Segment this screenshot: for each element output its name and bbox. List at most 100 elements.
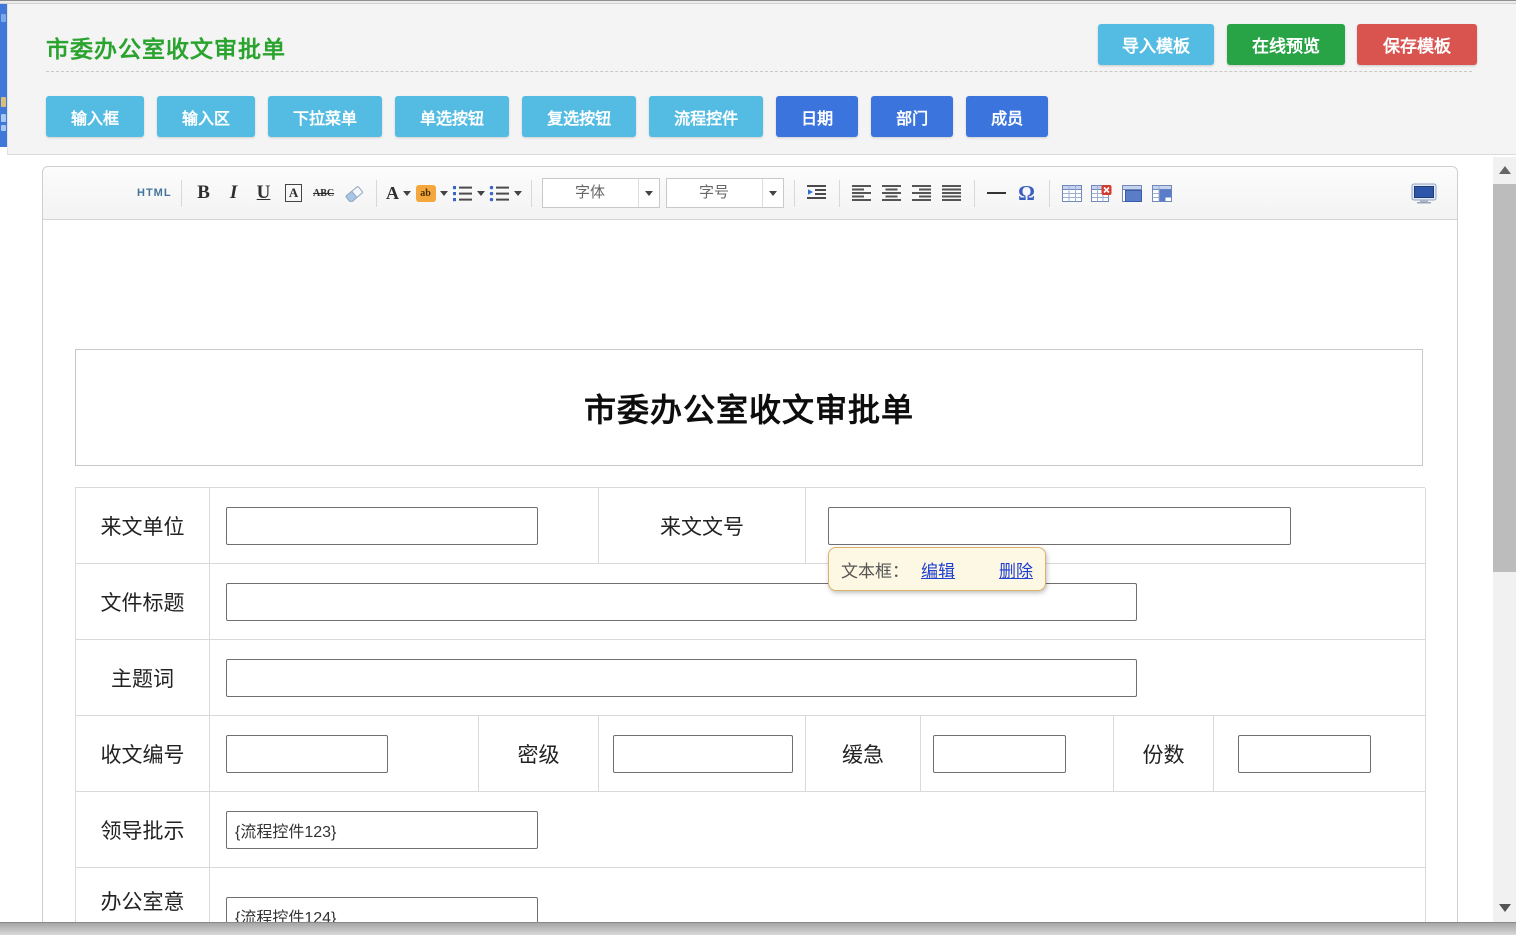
justify-icon [942,185,961,201]
source-code-button[interactable]: HTML [137,177,172,209]
component-dropdown-button[interactable]: 下拉菜单 [268,96,382,137]
vertical-scrollbar[interactable] [1493,157,1516,922]
subject-words-input[interactable] [226,659,1137,697]
table-row: 领导批示 [76,792,1425,868]
table-properties-button[interactable] [1119,177,1145,209]
component-flow-control-button[interactable]: 流程控件 [649,96,763,137]
chevron-down-icon [514,191,522,196]
urgency-label: 缓急 [806,716,921,792]
align-right-button[interactable] [909,177,935,209]
strikethrough-button[interactable]: ABC [311,177,337,209]
align-center-button[interactable] [879,177,905,209]
bold-button[interactable]: B [191,177,217,209]
component-radio-button[interactable]: 单选按钮 [395,96,509,137]
incoming-number-input[interactable] [828,507,1291,545]
copies-input[interactable] [1238,735,1371,773]
chevron-down-icon [769,191,777,196]
highlight-icon: ab [416,185,436,202]
highlight-color-button[interactable]: ab [416,177,448,209]
underline-button[interactable]: U [251,177,277,209]
editor-toolbar: HTML B I U A ABC A ab [43,167,1457,220]
component-member-button[interactable]: 成员 [966,96,1048,137]
component-palette: 输入框 输入区 下拉菜单 单选按钮 复选按钮 流程控件 日期 部门 成员 [46,96,1048,137]
urgency-input[interactable] [933,735,1066,773]
table-row: 收文编号 密级 缓急 份数 [76,716,1425,792]
component-date-button[interactable]: 日期 [776,96,858,137]
bullet-list-icon [489,185,510,202]
import-template-button[interactable]: 导入模板 [1098,24,1214,65]
subject-words-label: 主题词 [76,640,210,716]
table-cell [210,564,1426,640]
header-divider [46,71,1472,72]
scrollbar-thumb[interactable] [1493,184,1516,572]
fullscreen-button[interactable] [1411,177,1437,209]
table-cell [210,488,599,564]
delete-field-link[interactable]: 删除 [999,557,1033,582]
table-properties-icon [1122,185,1142,202]
select-arrow-button[interactable] [762,179,783,207]
delete-table-button[interactable] [1089,177,1115,209]
component-checkbox-button[interactable]: 复选按钮 [522,96,636,137]
numbered-list-icon [452,185,473,202]
indent-button[interactable] [804,177,830,209]
cell-properties-icon [1152,185,1172,202]
toolbar-separator [181,180,182,207]
component-textarea-button[interactable]: 输入区 [157,96,255,137]
toolbar-separator [531,180,532,207]
indent-icon [807,185,827,201]
field-action-tooltip: 文本框： 编辑 删除 [828,547,1046,591]
table-row: 文件标题 [76,564,1425,640]
background-window-edge [0,4,7,147]
background-window-icon [1,14,6,22]
component-input-button[interactable]: 输入框 [46,96,144,137]
document-title: 市委办公室收文审批单 [584,385,914,431]
component-department-button[interactable]: 部门 [871,96,953,137]
online-preview-button[interactable]: 在线预览 [1227,24,1345,65]
file-title-label: 文件标题 [76,564,210,640]
font-size-select[interactable]: 字号 [666,178,784,208]
background-window-icon [1,125,6,131]
numbered-list-button[interactable] [452,177,485,209]
justify-button[interactable] [939,177,965,209]
arrow-up-icon [1499,166,1511,174]
toolbar-separator [839,180,840,207]
eraser-icon [345,185,363,202]
font-frame-button[interactable]: A [281,177,307,209]
scrollbar-down-button[interactable] [1493,897,1516,919]
toolbar-separator [1049,180,1050,207]
incoming-unit-input[interactable] [226,507,538,545]
special-char-button[interactable]: Ω [1014,177,1040,209]
incoming-unit-label: 来文单位 [76,488,210,564]
delete-table-icon [1091,185,1112,202]
tooltip-label: 文本框： [841,557,909,582]
cell-properties-button[interactable] [1149,177,1175,209]
align-left-button[interactable] [849,177,875,209]
table-row: 来文单位 来文文号 [76,488,1425,564]
document-title-box: 市委办公室收文审批单 [75,349,1423,466]
insert-table-button[interactable] [1059,177,1085,209]
italic-button[interactable]: I [221,177,247,209]
text-color-button[interactable]: A [386,177,412,209]
receipt-number-input[interactable] [226,735,388,773]
save-template-button[interactable]: 保存模板 [1357,24,1477,65]
editor-canvas[interactable]: 市委办公室收文审批单 来文单位 来文文号 文件标题 [43,220,1457,934]
header: 市委办公室收文审批单 导入模板 在线预览 保存模板 输入框 输入区 下拉菜单 单… [7,4,1516,155]
scrollbar-up-button[interactable] [1493,159,1516,181]
leader-comment-input[interactable] [226,811,538,849]
eraser-button[interactable] [341,177,367,209]
table-icon [1062,185,1082,202]
table-row: 主题词 [76,640,1425,716]
table-cell [210,716,479,792]
editor-panel: HTML B I U A ABC A ab [42,166,1458,935]
secrecy-input[interactable] [613,735,793,773]
font-family-select[interactable]: 字体 [542,178,660,208]
align-center-icon [882,185,901,201]
bullet-list-button[interactable] [489,177,522,209]
leader-comment-label: 领导批示 [76,792,210,868]
edit-field-link[interactable]: 编辑 [921,557,955,582]
select-arrow-button[interactable] [638,179,659,207]
background-window-icon [1,114,6,122]
page-title: 市委办公室收文审批单 [46,30,286,64]
horizontal-rule-button[interactable] [984,177,1010,209]
table-cell [599,716,806,792]
